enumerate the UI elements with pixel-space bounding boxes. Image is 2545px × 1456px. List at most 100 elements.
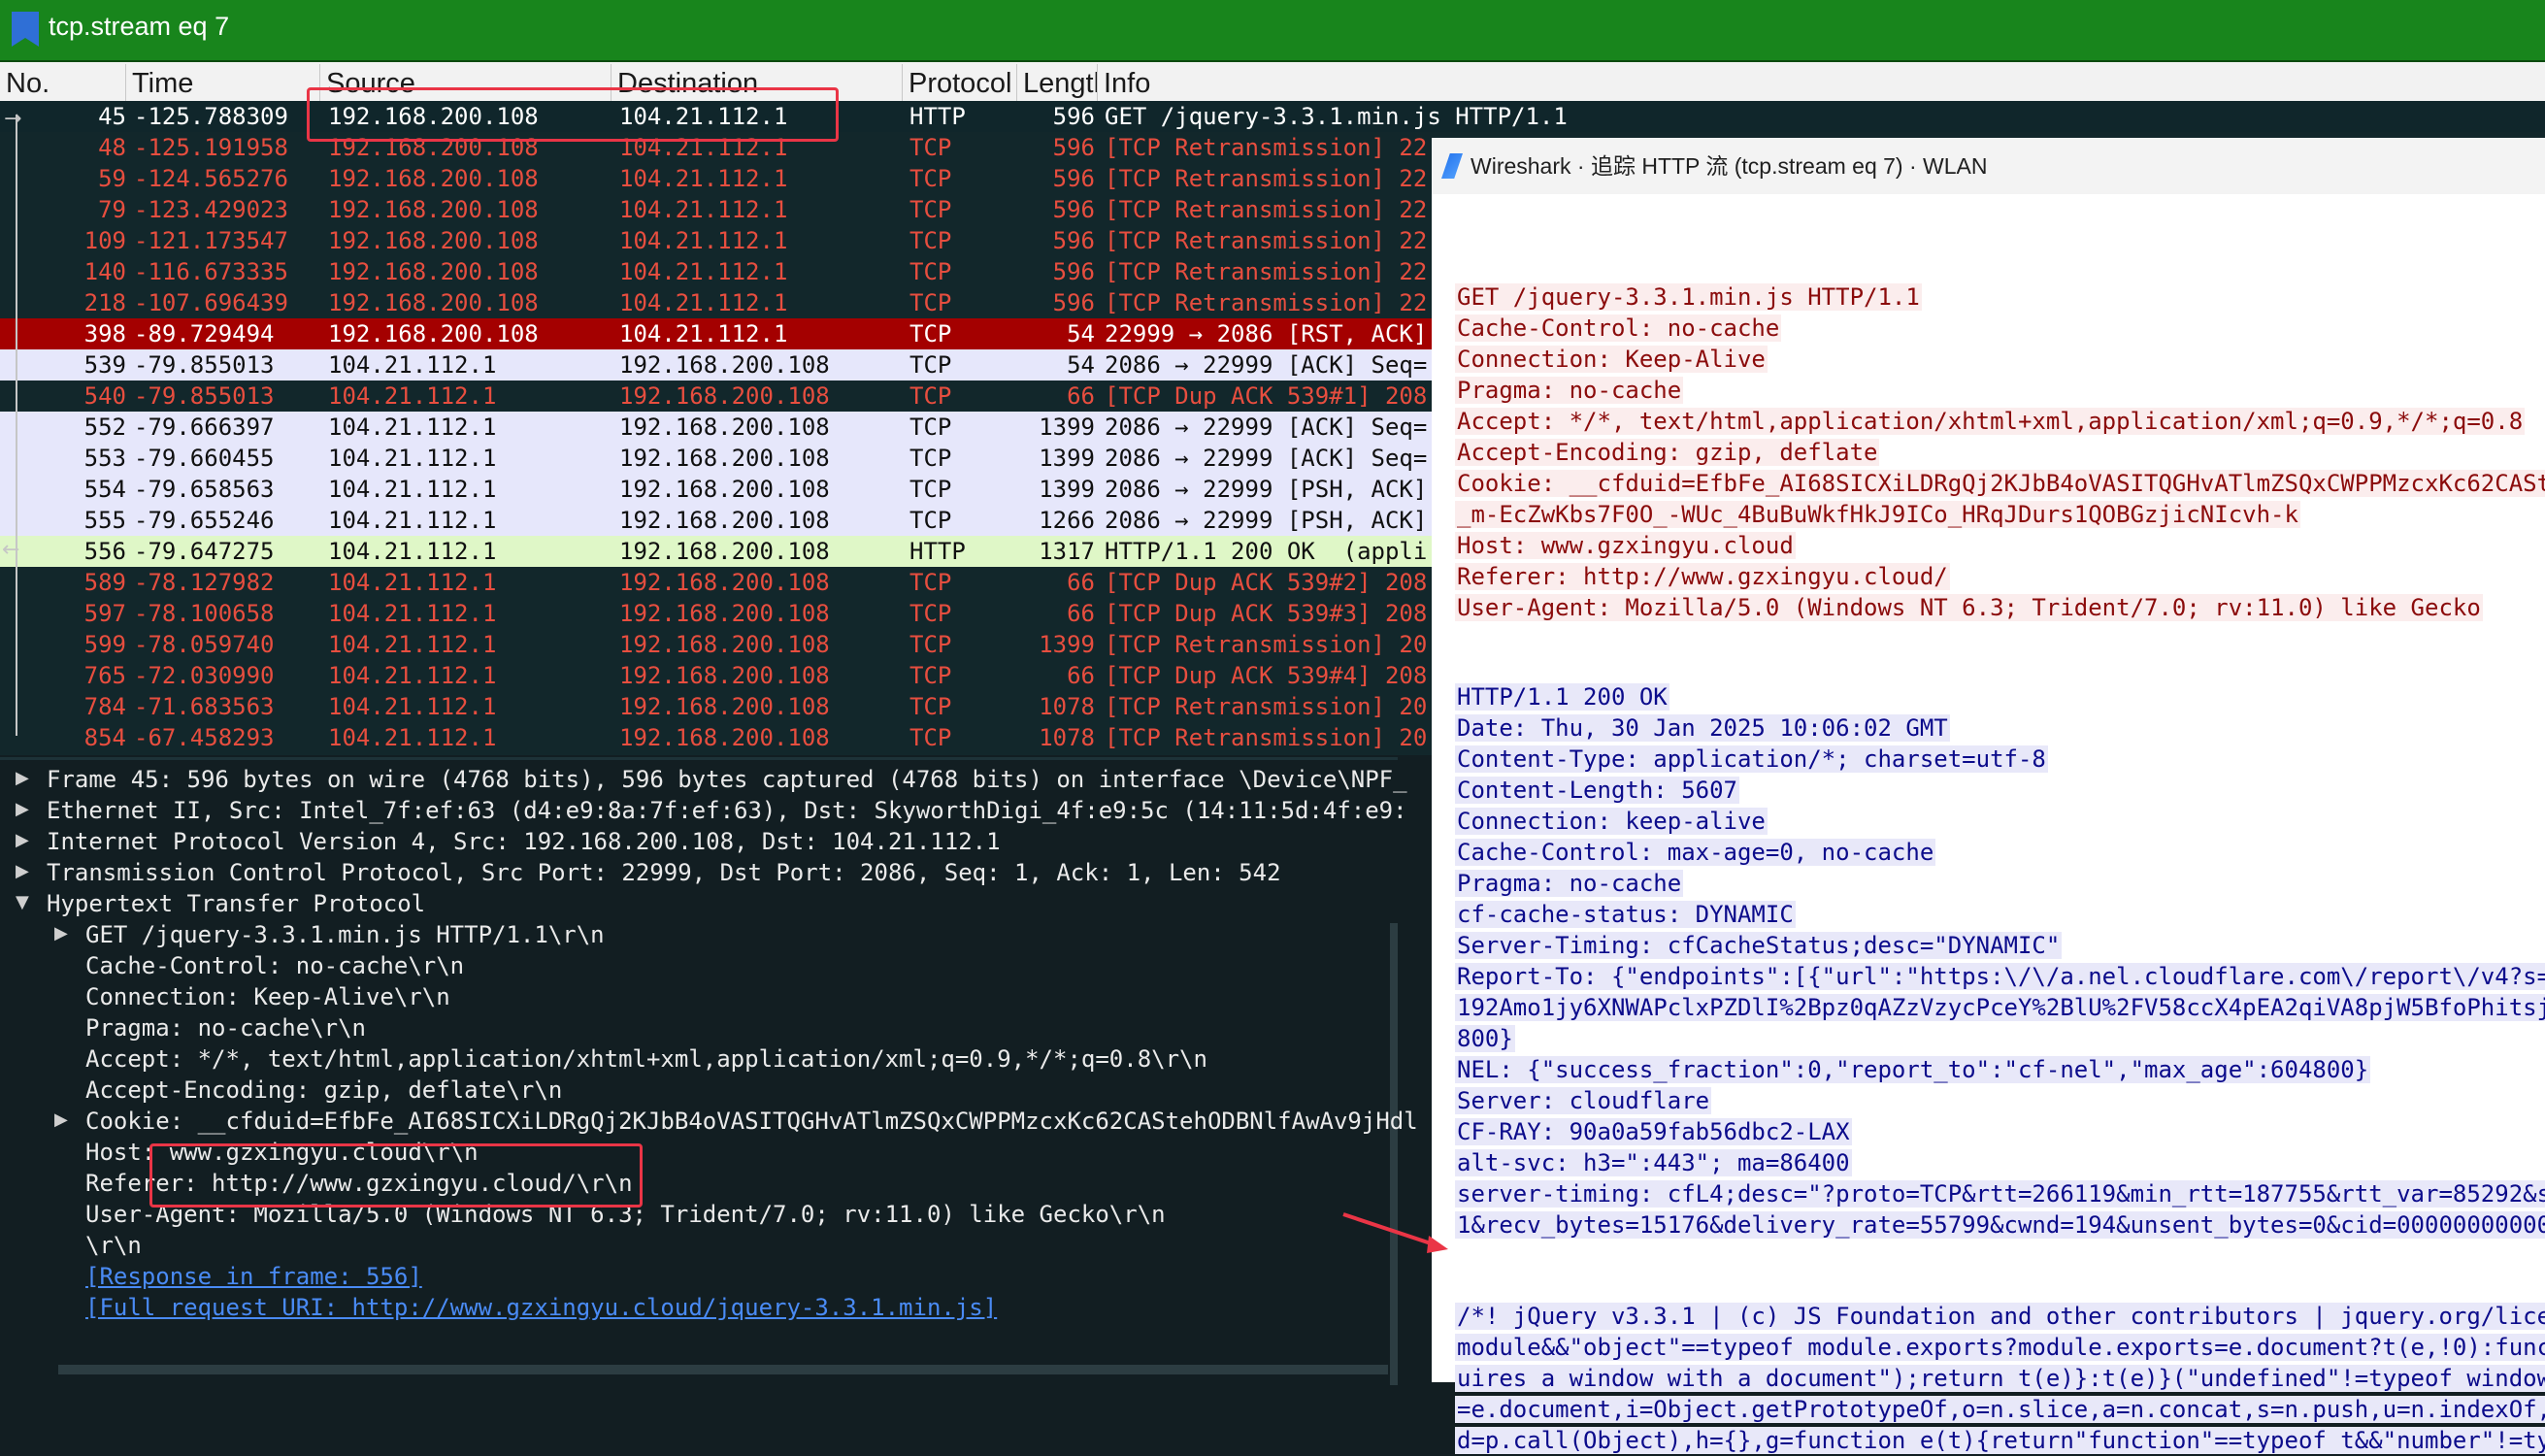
server-stream-line: server-timing: cfL4;desc="?proto=TCP&rtt… bbox=[1455, 1178, 2545, 1209]
server-stream-text: server-timing: cfL4;desc="?proto=TCP&rtt… bbox=[1455, 1180, 2545, 1208]
packet-no-cell: 765 bbox=[83, 662, 126, 689]
packet-no-cell: 854 bbox=[83, 724, 126, 751]
client-stream-text: Cache-Control: no-cache bbox=[1455, 314, 1782, 342]
packet-len-cell: 1399 bbox=[1039, 414, 1095, 441]
packet-src-cell: 104.21.112.1 bbox=[328, 445, 497, 472]
details-link[interactable]: [Full request URI: http://www.gzxingyu.c… bbox=[85, 1292, 997, 1323]
details-row[interactable]: Accept: */*, text/html,application/xhtml… bbox=[85, 1043, 1207, 1075]
collapsed-triangle-icon[interactable]: ▶ bbox=[54, 1109, 68, 1130]
packet-no-cell: 556 bbox=[83, 538, 126, 565]
display-filter-input[interactable]: tcp.stream eq 7 bbox=[49, 12, 229, 42]
collapsed-triangle-icon[interactable]: ▶ bbox=[16, 861, 29, 881]
packet-dst-cell: 192.168.200.108 bbox=[619, 724, 830, 751]
details-vertical-scrollbar[interactable] bbox=[1390, 923, 1398, 1385]
server-stream-text: Server-Timing: cfCacheStatus;desc="DYNAM… bbox=[1455, 932, 2063, 959]
details-row[interactable]: Transmission Control Protocol, Src Port:… bbox=[47, 857, 1281, 888]
details-row[interactable]: \r\n bbox=[85, 1230, 142, 1261]
packet-src-cell: 104.21.112.1 bbox=[328, 476, 497, 503]
packet-no-cell: 589 bbox=[83, 569, 126, 596]
client-stream-line: GET /jquery-3.3.1.min.js HTTP/1.1 bbox=[1455, 281, 1922, 313]
column-header-length[interactable]: Length bbox=[1017, 64, 1098, 101]
details-row[interactable]: Cache-Control: no-cache\r\n bbox=[85, 950, 464, 981]
column-header-no[interactable]: No. bbox=[0, 64, 126, 101]
packet-src-cell: 104.21.112.1 bbox=[328, 351, 497, 379]
packet-time-cell: -79.855013 bbox=[134, 382, 275, 410]
packet-dst-cell: 192.168.200.108 bbox=[619, 538, 830, 565]
packet-proto-cell: TCP bbox=[909, 258, 952, 285]
details-row[interactable]: Internet Protocol Version 4, Src: 192.16… bbox=[47, 826, 1001, 857]
client-stream-line: Accept-Encoding: gzip, deflate bbox=[1455, 437, 1880, 468]
details-row[interactable]: Connection: Keep-Alive\r\n bbox=[85, 981, 450, 1012]
details-row[interactable]: Hypertext Transfer Protocol bbox=[47, 888, 425, 919]
server-stream-line: Server-Timing: cfCacheStatus;desc="DYNAM… bbox=[1455, 930, 2063, 961]
packet-proto-cell: TCP bbox=[909, 165, 952, 192]
column-header-info[interactable]: Info bbox=[1098, 64, 2545, 101]
packet-time-cell: -72.030990 bbox=[134, 662, 275, 689]
packet-len-cell: 596 bbox=[1052, 103, 1095, 130]
packet-proto-cell: TCP bbox=[909, 507, 952, 534]
column-header-time[interactable]: Time bbox=[126, 64, 320, 101]
client-stream-line: Cache-Control: no-cache bbox=[1455, 313, 1782, 344]
stream-content[interactable]: GET /jquery-3.3.1.min.js HTTP/1.1 Cache-C… bbox=[1432, 194, 2545, 1454]
display-filter-bar[interactable]: tcp.stream eq 7 bbox=[0, 0, 2545, 62]
annotation-box-endpoints bbox=[307, 87, 839, 142]
collapsed-triangle-icon[interactable]: ▶ bbox=[16, 768, 29, 788]
client-stream-text: Referer: http://www.gzxingyu.cloud/ bbox=[1455, 563, 1950, 590]
server-stream-line: CF-RAY: 90a0a59fab56dbc2-LAX bbox=[1455, 1116, 1852, 1147]
details-row[interactable]: Frame 45: 596 bytes on wire (4768 bits),… bbox=[47, 764, 1407, 795]
packet-no-cell: 48 bbox=[98, 134, 126, 161]
packet-proto-cell: TCP bbox=[909, 662, 952, 689]
packet-dst-cell: 104.21.112.1 bbox=[619, 289, 788, 316]
packet-details-panel[interactable]: ▶ Frame 45: 596 bytes on wire (4768 bits)… bbox=[0, 757, 1418, 1385]
packet-dst-cell: 104.21.112.1 bbox=[619, 165, 788, 192]
packet-len-cell: 1399 bbox=[1039, 445, 1095, 472]
collapsed-triangle-icon[interactable]: ▶ bbox=[16, 830, 29, 850]
packet-no-cell: 79 bbox=[98, 196, 126, 223]
server-stream-text: Server: cloudflare bbox=[1455, 1087, 1712, 1114]
packet-time-cell: -116.673335 bbox=[134, 258, 288, 285]
server-stream-text: alt-svc: h3=":443"; ma=86400 bbox=[1455, 1149, 1852, 1176]
expanded-triangle-icon[interactable]: ▼ bbox=[16, 892, 29, 912]
details-row[interactable]: Cookie: __cfduid=EfbFe_AI68SICXiLDRgQj2K… bbox=[85, 1106, 1418, 1137]
packet-no-cell: 597 bbox=[83, 600, 126, 627]
details-row[interactable]: GET /jquery-3.3.1.min.js HTTP/1.1\r\n bbox=[85, 919, 605, 950]
packet-no-cell: 540 bbox=[83, 382, 126, 410]
client-stream-line: Referer: http://www.gzxingyu.cloud/ bbox=[1455, 561, 1950, 592]
server-stream-line: /*! jQuery v3.3.1 | (c) JS Foundation an… bbox=[1455, 1301, 2545, 1332]
client-stream-line: Cookie: __cfduid=EfbFe_AI68SICXiLDRgQj2K… bbox=[1455, 468, 2545, 499]
server-stream-line: uires a window with a document");return … bbox=[1455, 1363, 2545, 1394]
packet-len-cell: 596 bbox=[1052, 227, 1095, 254]
server-stream-line: 1&recv_bytes=15176&delivery_rate=55799&c… bbox=[1455, 1209, 2545, 1241]
details-row[interactable]: Accept-Encoding: gzip, deflate\r\n bbox=[85, 1075, 562, 1106]
server-stream-text: uires a window with a document");return … bbox=[1455, 1365, 2545, 1392]
server-stream-text: CF-RAY: 90a0a59fab56dbc2-LAX bbox=[1455, 1118, 1852, 1145]
packet-proto-cell: TCP bbox=[909, 382, 952, 410]
response-arrow-icon: ← bbox=[2, 538, 20, 562]
packet-len-cell: 596 bbox=[1052, 134, 1095, 161]
server-stream-line: d=p.call(Object),h={},g=function e(t){re… bbox=[1455, 1425, 2545, 1456]
server-stream-text: 1&recv_bytes=15176&delivery_rate=55799&c… bbox=[1455, 1211, 2545, 1239]
details-row[interactable]: Pragma: no-cache\r\n bbox=[85, 1012, 366, 1043]
packet-time-cell: -125.788309 bbox=[134, 103, 288, 130]
packet-dst-cell: 192.168.200.108 bbox=[619, 382, 830, 410]
collapsed-triangle-icon[interactable]: ▶ bbox=[16, 799, 29, 819]
server-stream-text: Date: Thu, 30 Jan 2025 10:06:02 GMT bbox=[1455, 714, 1950, 742]
details-horizontal-scrollbar[interactable] bbox=[58, 1365, 1388, 1374]
server-stream-line: Content-Length: 5607 bbox=[1455, 775, 1739, 806]
server-stream-text: HTTP/1.1 200 OK bbox=[1455, 683, 1669, 711]
packet-time-cell: -89.729494 bbox=[134, 320, 275, 347]
details-link[interactable]: [Response in frame: 556] bbox=[85, 1261, 422, 1292]
client-stream-line: Pragma: no-cache bbox=[1455, 375, 1684, 406]
client-stream-text: User-Agent: Mozilla/5.0 (Windows NT 6.3;… bbox=[1455, 594, 2483, 621]
column-header-protocol[interactable]: Protocol bbox=[903, 64, 1017, 101]
bookmark-icon[interactable] bbox=[12, 12, 39, 47]
packet-time-cell: -123.429023 bbox=[134, 196, 288, 223]
details-row[interactable]: Ethernet II, Src: Intel_7f:ef:63 (d4:e9:… bbox=[47, 795, 1407, 826]
packet-len-cell: 1078 bbox=[1039, 693, 1095, 720]
packet-proto-cell: TCP bbox=[909, 693, 952, 720]
server-stream-line: Cache-Control: max-age=0, no-cache bbox=[1455, 837, 1936, 868]
follow-stream-title-bar[interactable]: Wireshark · 追踪 HTTP 流 (tcp.stream eq 7) … bbox=[1432, 138, 2545, 194]
collapsed-triangle-icon[interactable]: ▶ bbox=[54, 923, 68, 943]
packet-len-cell: 596 bbox=[1052, 165, 1095, 192]
client-stream-text: Pragma: no-cache bbox=[1455, 377, 1684, 404]
